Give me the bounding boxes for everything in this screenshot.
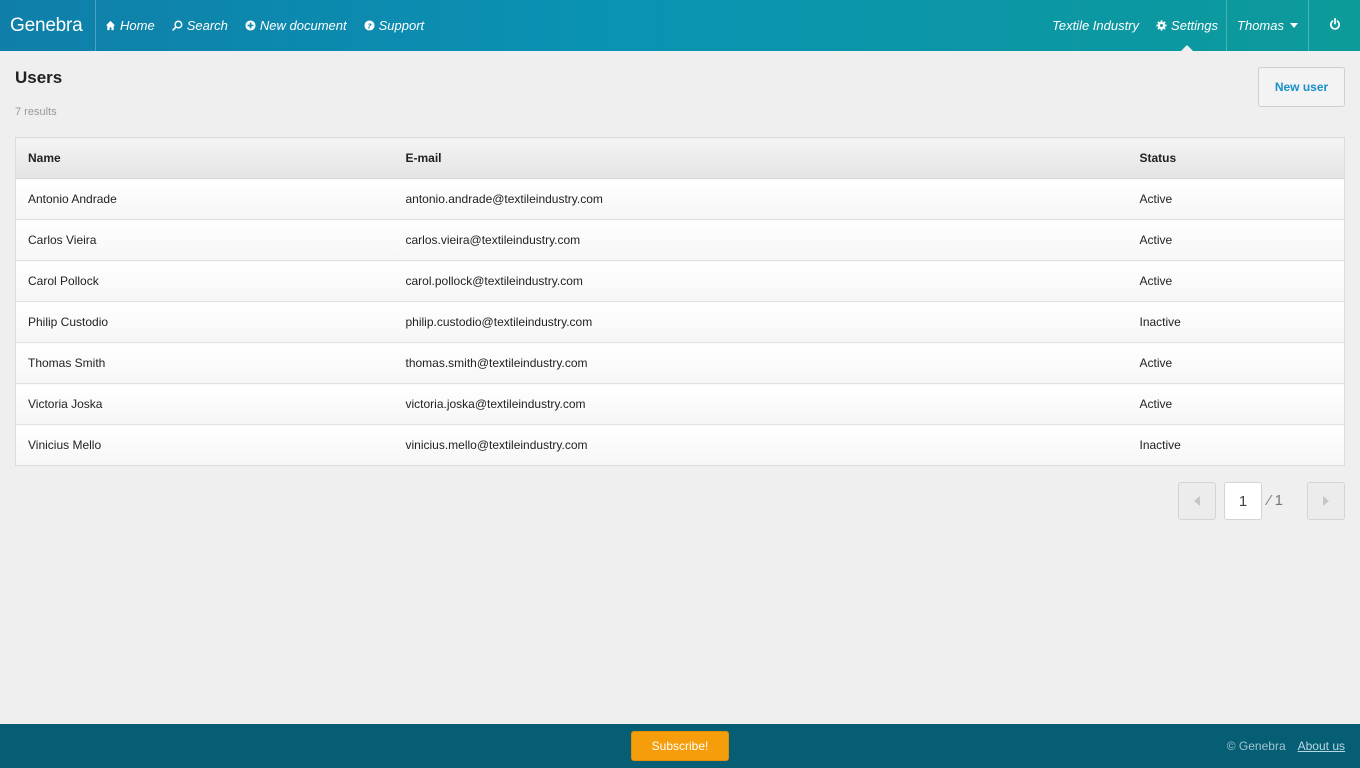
user-name-cell: Antonio Andrade	[15, 178, 394, 220]
results-count: 7 results	[15, 106, 57, 118]
table-row[interactable]: Carlos Vieira carlos.vieira@textileindus…	[15, 219, 1345, 261]
search-icon	[171, 19, 184, 32]
right-nav: Textile Industry Settings Thomas	[1044, 0, 1360, 51]
organization-link[interactable]: Textile Industry	[1044, 0, 1147, 51]
next-page-button[interactable]	[1307, 482, 1345, 520]
question-circle-icon: ?	[363, 19, 376, 32]
table-row[interactable]: Philip Custodio philip.custodio@textilei…	[15, 301, 1345, 343]
page-number-input[interactable]	[1224, 482, 1262, 520]
user-status-cell: Active	[1127, 260, 1345, 302]
column-header-status[interactable]: Status	[1127, 137, 1345, 179]
nav-home[interactable]: Home	[96, 0, 163, 51]
page-title: Users	[15, 68, 63, 87]
user-name-cell: Carlos Vieira	[15, 219, 394, 261]
nav-settings[interactable]: Settings	[1147, 0, 1226, 51]
nav-settings-label: Settings	[1171, 18, 1219, 33]
footer: Subscribe! © Genebra About us	[0, 724, 1360, 768]
user-name: Thomas	[1237, 18, 1284, 33]
user-status-cell: Active	[1127, 342, 1345, 384]
column-header-email[interactable]: E-mail	[393, 137, 1128, 179]
user-email-cell: carlos.vieira@textileindustry.com	[393, 219, 1128, 261]
user-email-cell: carol.pollock@textileindustry.com	[393, 260, 1128, 302]
user-name-cell: Vinicius Mello	[15, 424, 394, 466]
nav-support-label: Support	[378, 18, 425, 33]
new-user-button[interactable]: New user	[1258, 67, 1345, 107]
user-email-cell: antonio.andrade@textileindustry.com	[393, 178, 1128, 220]
chevron-down-icon	[1290, 23, 1298, 28]
gear-icon	[1155, 19, 1168, 32]
plus-circle-icon	[244, 19, 257, 32]
user-status-cell: Inactive	[1127, 424, 1345, 466]
user-name-cell: Carol Pollock	[15, 260, 394, 302]
about-us-link[interactable]: About us	[1298, 739, 1345, 753]
power-icon	[1329, 17, 1341, 35]
user-name-cell: Thomas Smith	[15, 342, 394, 384]
table-row[interactable]: Antonio Andrade antonio.andrade@textilei…	[15, 178, 1345, 220]
main-nav: Home Search New document ? Support	[96, 0, 432, 51]
previous-page-button[interactable]	[1178, 482, 1216, 520]
user-status-cell: Active	[1127, 219, 1345, 261]
home-icon	[104, 19, 117, 32]
table-row[interactable]: Vinicius Mello vinicius.mello@textileind…	[15, 424, 1345, 466]
nav-new-document[interactable]: New document	[236, 0, 355, 51]
column-header-name[interactable]: Name	[15, 137, 394, 179]
table-row[interactable]: Thomas Smith thomas.smith@textileindustr…	[15, 342, 1345, 384]
user-menu[interactable]: Thomas	[1226, 0, 1309, 51]
user-status-cell: Inactive	[1127, 301, 1345, 343]
table-header-row: Name E-mail Status	[15, 137, 1345, 179]
top-navbar: Genebra Home Search New document ? Suppo…	[0, 0, 1360, 51]
nav-search-label: Search	[186, 18, 228, 33]
user-email-cell: thomas.smith@textileindustry.com	[393, 342, 1128, 384]
user-name-cell: Philip Custodio	[15, 301, 394, 343]
user-name-cell: Victoria Joska	[15, 383, 394, 425]
footer-links: © Genebra About us	[1227, 724, 1345, 768]
user-status-cell: Active	[1127, 383, 1345, 425]
nav-search[interactable]: Search	[163, 0, 236, 51]
user-email-cell: victoria.joska@textileindustry.com	[393, 383, 1128, 425]
table-row[interactable]: Carol Pollock carol.pollock@textileindus…	[15, 260, 1345, 302]
active-indicator	[1180, 45, 1193, 51]
nav-support[interactable]: ? Support	[355, 0, 433, 51]
nav-new-document-label: New document	[259, 18, 347, 33]
user-status-cell: Active	[1127, 178, 1345, 220]
user-email-cell: philip.custodio@textileindustry.com	[393, 301, 1128, 343]
user-email-cell: vinicius.mello@textileindustry.com	[393, 424, 1128, 466]
users-table: Name E-mail Status Antonio Andrade anton…	[15, 137, 1345, 466]
nav-home-label: Home	[120, 18, 155, 33]
chevron-left-icon	[1194, 496, 1200, 506]
svg-text:?: ?	[367, 21, 372, 30]
table-row[interactable]: Victoria Joska victoria.joska@textileind…	[15, 383, 1345, 425]
subscribe-button[interactable]: Subscribe!	[631, 731, 729, 761]
logout-button[interactable]	[1309, 0, 1360, 51]
copyright-text: © Genebra	[1226, 739, 1286, 753]
brand-logo[interactable]: Genebra	[0, 0, 96, 51]
chevron-right-icon	[1323, 496, 1329, 506]
page-total: ⁄ 1	[1268, 492, 1284, 509]
